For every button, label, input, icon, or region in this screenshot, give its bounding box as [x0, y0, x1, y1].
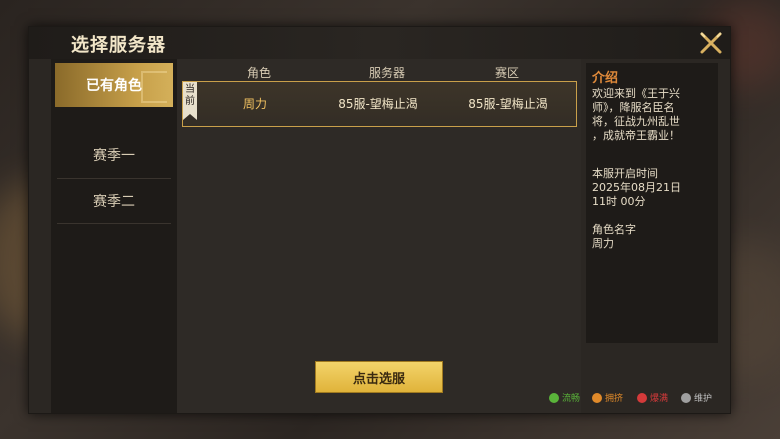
sidebar-item-season-two[interactable]: 赛季二: [51, 179, 177, 223]
title-bar: 选择服务器: [29, 27, 730, 59]
info-panel: 介绍 欢迎来到《王于兴 师》，降服名臣名 将，征战九州乱世 ，成就帝王霸业！ 本…: [586, 63, 718, 343]
legend-label: 拥挤: [605, 394, 624, 404]
open-clock: 11时 00分: [592, 195, 646, 208]
role-name-label: 角色名字: [592, 223, 636, 236]
table-row[interactable]: 当前 周力 85服-望梅止渴 85服-望梅止渴: [182, 81, 577, 127]
legend-item-maintenance: 维护: [681, 391, 712, 404]
legend-label: 流畅: [562, 394, 581, 404]
zone-cell: 85服-望梅止渴: [468, 97, 548, 111]
open-time-label: 本服开启时间: [592, 167, 658, 180]
status-dot-icon: [681, 392, 691, 403]
current-badge: 当前: [183, 82, 197, 120]
legend-item-full: 爆满: [637, 391, 668, 404]
dialog-title: 选择服务器: [71, 35, 166, 56]
close-icon: [700, 32, 722, 54]
corner-ornament-icon: [141, 71, 167, 103]
sidebar: 已有角色 赛季一 赛季二: [51, 59, 177, 413]
intro-text-line: 将，征战九州乱世: [592, 115, 680, 128]
info-title: 介绍: [592, 71, 619, 86]
column-header-role: 角色: [246, 66, 271, 80]
status-dot-icon: [637, 392, 647, 403]
status-dot-icon: [549, 392, 559, 403]
select-server-button[interactable]: 点击选服: [315, 361, 443, 393]
sidebar-item-label: 已有角色: [86, 78, 142, 94]
sidebar-item-label: 赛季二: [93, 194, 135, 210]
legend-item-busy: 拥挤: [592, 391, 623, 404]
sidebar-item-existing-roles[interactable]: 已有角色: [55, 63, 173, 107]
intro-text-line: ，成就帝王霸业！: [592, 129, 680, 142]
role-name-value: 周力: [592, 237, 614, 250]
sidebar-item-label: 赛季一: [93, 148, 135, 164]
sidebar-item-season-one[interactable]: 赛季一: [51, 133, 177, 177]
server-cell: 85服-望梅止渴: [338, 97, 418, 111]
legend-label: 爆满: [650, 394, 669, 404]
divider: [57, 223, 171, 224]
table-header: 角色 服务器 赛区: [183, 61, 575, 81]
server-select-dialog: 选择服务器 已有角色 赛季一 赛季二 角色 服务器 赛区 当前 周力 85服-望…: [28, 26, 731, 414]
open-date: 2025年08月21日: [592, 181, 681, 194]
column-header-server: 服务器: [368, 66, 405, 80]
server-list-panel: 角色 服务器 赛区 当前 周力 85服-望梅止渴 85服-望梅止渴 点击选服: [177, 59, 581, 413]
close-button[interactable]: [698, 30, 724, 56]
intro-text-line: 欢迎来到《王于兴: [592, 87, 680, 100]
legend-item-smooth: 流畅: [549, 391, 580, 404]
role-name-cell: 周力: [242, 97, 267, 111]
column-header-zone: 赛区: [494, 66, 519, 80]
intro-text-line: 师》，降服名臣名: [592, 101, 675, 114]
status-dot-icon: [592, 392, 602, 403]
legend-label: 维护: [694, 394, 713, 404]
